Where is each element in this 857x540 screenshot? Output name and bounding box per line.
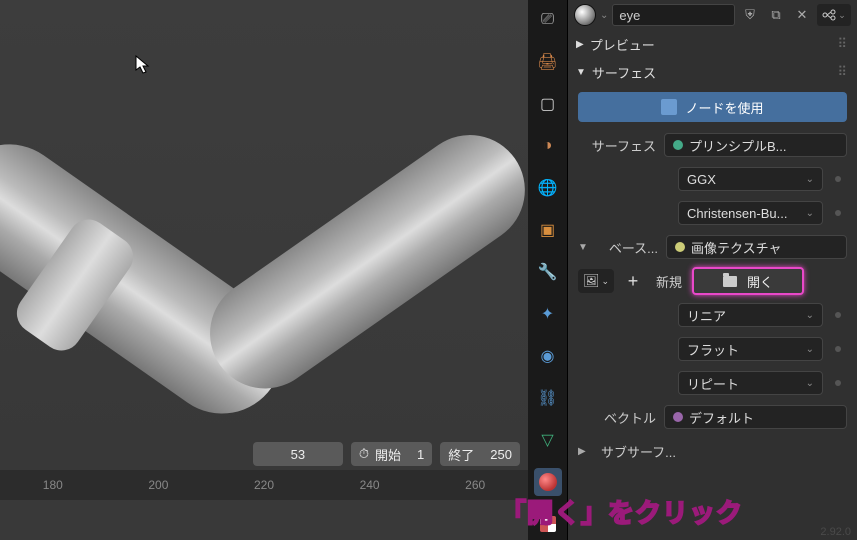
tab-constraint-icon[interactable]: ⛓ bbox=[534, 384, 562, 412]
chevron-down-icon[interactable]: ⌄ bbox=[600, 10, 608, 21]
subsurface-method-select[interactable]: Christensen-Bu...⌄ bbox=[678, 201, 823, 225]
viewport-3d[interactable] bbox=[0, 0, 528, 470]
open-image-button[interactable]: 開く bbox=[692, 267, 804, 295]
nodes-icon bbox=[661, 99, 677, 115]
preview-panel-header[interactable]: ▶ プレビュー ⠿ bbox=[568, 30, 857, 58]
socket-dot-icon bbox=[675, 242, 685, 252]
distribution-select[interactable]: GGX⌄ bbox=[678, 167, 823, 191]
fake-user-shield-icon[interactable]: ⛨ bbox=[739, 4, 761, 26]
use-nodes-button[interactable]: ノードを使用 bbox=[578, 92, 847, 122]
timeline-controls: 53 ⏱ 開始 1 終了 250 bbox=[0, 438, 528, 470]
drag-handle-icon[interactable]: ⠿ bbox=[837, 36, 849, 52]
image-datablock-dropdown[interactable]: 🖼⌄ bbox=[578, 269, 614, 293]
interpolation-select[interactable]: リニア⌄ bbox=[678, 303, 823, 327]
new-image-label: 新規 bbox=[652, 272, 686, 291]
tab-scene-icon[interactable]: ◑ bbox=[534, 132, 562, 160]
unlink-icon[interactable]: ✕ bbox=[791, 4, 813, 26]
start-frame-field[interactable]: ⏱ 開始 1 bbox=[351, 442, 432, 466]
mesh-arm-lower bbox=[188, 113, 546, 410]
drag-handle-icon[interactable]: ⠿ bbox=[837, 64, 849, 80]
ruler-tick: 240 bbox=[360, 478, 380, 492]
properties-tabs: ⎚ 🖨 ▢ ◑ 🌐 ▣ 🔧 ✦ ◉ ⛓ ▽ bbox=[528, 0, 568, 540]
material-properties-panel: ⌄ eye ⛨ ⧉ ✕ ⌄ ▶ プレビュー ⠿ ▼ サーフェス ⠿ ノードを使用… bbox=[568, 0, 857, 540]
socket-dot-icon bbox=[673, 140, 683, 150]
ruler-tick: 200 bbox=[148, 478, 168, 492]
surface-panel-header[interactable]: ▼ サーフェス ⠿ bbox=[568, 58, 857, 86]
vector-field[interactable]: デフォルト bbox=[664, 405, 847, 429]
surface-panel-label: サーフェス bbox=[592, 63, 656, 82]
current-frame-field[interactable]: 53 bbox=[253, 442, 343, 466]
folder-icon bbox=[723, 276, 737, 287]
tab-particle-icon[interactable]: ✦ bbox=[534, 300, 562, 328]
animate-dot-icon[interactable] bbox=[835, 346, 841, 352]
tab-physics-icon[interactable]: ◉ bbox=[534, 342, 562, 370]
ruler-tick: 220 bbox=[254, 478, 274, 492]
animate-dot-icon[interactable] bbox=[835, 210, 841, 216]
base-color-label: ベース... bbox=[598, 238, 658, 257]
tab-output-icon[interactable]: 🖨 bbox=[534, 48, 562, 76]
timeline-ruler[interactable]: 180 200 220 240 260 bbox=[0, 470, 528, 500]
surface-shader-label: サーフェス bbox=[578, 136, 656, 155]
disclosure-down-icon[interactable]: ▼ bbox=[578, 242, 590, 253]
material-header: ⌄ eye ⛨ ⧉ ✕ ⌄ bbox=[568, 0, 857, 30]
nodetree-dropdown[interactable]: ⌄ bbox=[817, 4, 851, 26]
disclosure-right-icon[interactable]: ▶ bbox=[578, 446, 590, 457]
ruler-tick: 260 bbox=[465, 478, 485, 492]
tab-material-icon[interactable] bbox=[534, 468, 562, 496]
ruler-tick: 180 bbox=[43, 478, 63, 492]
animate-dot-icon[interactable] bbox=[835, 176, 841, 182]
tab-viewlayer-icon[interactable]: ▢ bbox=[534, 90, 562, 118]
end-frame-field[interactable]: 終了 250 bbox=[440, 442, 520, 466]
animate-dot-icon[interactable] bbox=[835, 312, 841, 318]
tab-object-icon[interactable]: ▣ bbox=[534, 216, 562, 244]
version-text: 2.92.0 bbox=[820, 526, 851, 538]
tab-modifier-icon[interactable]: 🔧 bbox=[534, 258, 562, 286]
disclosure-down-icon: ▼ bbox=[576, 67, 586, 78]
projection-select[interactable]: フラット⌄ bbox=[678, 337, 823, 361]
vector-label: ベクトル bbox=[578, 408, 656, 427]
stopwatch-icon: ⏱ bbox=[359, 446, 369, 462]
subsurface-label: サブサーフ... bbox=[598, 442, 676, 461]
surface-shader-field[interactable]: プリンシプルB... bbox=[664, 133, 847, 157]
base-color-source-field[interactable]: 画像テクスチャ bbox=[666, 235, 847, 259]
animate-dot-icon[interactable] bbox=[835, 380, 841, 386]
duplicate-icon[interactable]: ⧉ bbox=[765, 4, 787, 26]
tab-data-icon[interactable]: ▽ bbox=[534, 426, 562, 454]
extension-select[interactable]: リピート⌄ bbox=[678, 371, 823, 395]
disclosure-right-icon: ▶ bbox=[576, 39, 584, 50]
tab-world-icon[interactable]: 🌐 bbox=[534, 174, 562, 202]
preview-panel-label: プレビュー bbox=[590, 35, 655, 54]
material-name-field[interactable]: eye bbox=[612, 4, 735, 26]
annotation-callout: 「開く」をクリック bbox=[500, 493, 743, 530]
tab-render-icon[interactable]: ⎚ bbox=[534, 6, 562, 34]
mouse-cursor-icon bbox=[135, 55, 151, 80]
socket-dot-icon bbox=[673, 412, 683, 422]
new-image-button[interactable]: + bbox=[620, 269, 646, 293]
image-icon: 🖼 bbox=[583, 273, 600, 289]
material-preview-icon[interactable] bbox=[574, 4, 596, 26]
